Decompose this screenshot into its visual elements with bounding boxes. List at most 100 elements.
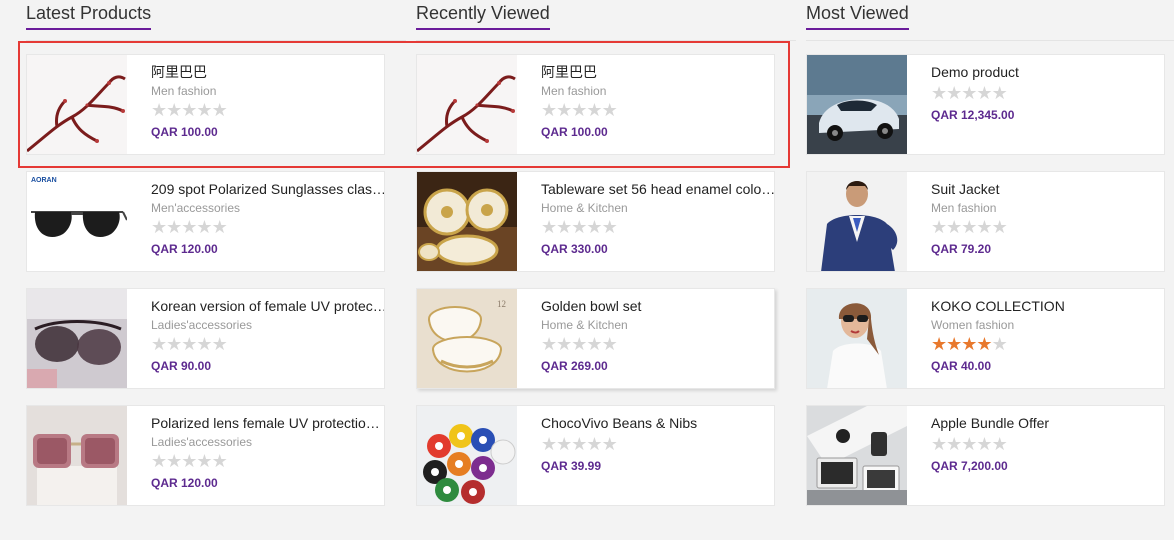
product-image[interactable] (27, 406, 127, 505)
star-icon: ★ (976, 83, 992, 103)
product-image[interactable] (27, 55, 127, 154)
product-card[interactable]: 12 Golden bowl set Home & Kitchen ★★★★★ … (416, 288, 775, 389)
star-icon: ★ (601, 100, 618, 120)
product-image[interactable] (807, 172, 907, 271)
star-icon: ★ (991, 334, 1008, 354)
product-category: Ladies'accessories (151, 318, 253, 332)
product-image[interactable] (807, 406, 907, 505)
star-icon: ★ (556, 100, 572, 120)
product-card[interactable]: ChocoVivo Beans & Nibs ★★★★★ QAR 39.99 (416, 405, 775, 506)
star-icon: ★ (166, 451, 182, 471)
product-card[interactable]: KOKO COLLECTION Women fashion ★★★★★ QAR … (806, 288, 1165, 389)
star-icon: ★ (976, 434, 992, 454)
product-price: QAR 12,345.00 (931, 108, 1015, 122)
star-icon: ★ (211, 217, 228, 237)
brand-logo: AORAN (31, 177, 57, 184)
rating-stars: ★★★★★ (931, 218, 1164, 236)
product-card[interactable]: AORAN 209 spot Polarized Sunglasses clas… (26, 171, 385, 272)
star-icon: ★ (151, 100, 167, 120)
product-name[interactable]: Polarized lens female UV protection sung… (151, 414, 384, 432)
product-name[interactable]: 阿里巴巴 (151, 63, 384, 81)
rating-stars: ★★★★★ (931, 84, 1164, 102)
star-icon: ★ (556, 217, 572, 237)
product-card[interactable]: Korean version of female UV protection s… (26, 288, 385, 389)
star-icon: ★ (586, 217, 602, 237)
product-card[interactable]: 阿里巴巴 Men fashion ★★★★★ QAR 100.00 (416, 54, 775, 155)
star-icon: ★ (181, 100, 197, 120)
star-icon: ★ (196, 217, 212, 237)
product-category: Men fashion (151, 84, 217, 98)
rating-stars: ★★★★★ (541, 335, 774, 353)
star-icon: ★ (571, 334, 587, 354)
product-name[interactable]: Golden bowl set (541, 297, 774, 315)
rating-stars: ★★★★★ (931, 335, 1164, 353)
product-card[interactable]: Apple Bundle Offer ★★★★★ QAR 7,200.00 (806, 405, 1165, 506)
rating-stars: ★★★★★ (541, 218, 774, 236)
product-name[interactable]: Apple Bundle Offer (931, 414, 1164, 432)
product-card[interactable]: Tableware set 56 head enamel color bone … (416, 171, 775, 272)
product-image[interactable] (807, 289, 907, 388)
rating-stars: ★★★★★ (151, 335, 384, 353)
star-icon: ★ (586, 334, 602, 354)
star-icon: ★ (946, 334, 962, 354)
product-category: Men fashion (541, 84, 607, 98)
product-name[interactable]: 阿里巴巴 (541, 63, 774, 81)
product-card[interactable]: Polarized lens female UV protection sung… (26, 405, 385, 506)
star-icon: ★ (541, 100, 557, 120)
product-name[interactable]: KOKO COLLECTION (931, 297, 1164, 315)
product-name[interactable]: 209 spot Polarized Sunglasses classic me… (151, 180, 384, 198)
product-category: Home & Kitchen (541, 201, 628, 215)
star-icon: ★ (961, 83, 977, 103)
star-icon: ★ (931, 217, 947, 237)
star-icon: ★ (601, 434, 618, 454)
product-category: Ladies'accessories (151, 435, 253, 449)
product-image[interactable] (27, 289, 127, 388)
star-icon: ★ (586, 434, 602, 454)
star-icon: ★ (946, 434, 962, 454)
product-card[interactable]: Demo product ★★★★★ QAR 12,345.00 (806, 54, 1165, 155)
star-icon: ★ (991, 83, 1008, 103)
column-header: Recently Viewed (416, 0, 796, 41)
rating-stars: ★★★★★ (931, 435, 1164, 453)
product-name[interactable]: Tableware set 56 head enamel color bone … (541, 180, 774, 198)
product-price: QAR 330.00 (541, 242, 608, 256)
product-card[interactable]: 阿里巴巴 Men fashion ★★★★★ QAR 100.00 (26, 54, 385, 155)
star-icon: ★ (211, 451, 228, 471)
star-icon: ★ (181, 451, 197, 471)
star-icon: ★ (931, 83, 947, 103)
recently-viewed-column: Recently Viewed 阿里巴巴 Men fashion ★★★★★ Q… (416, 0, 796, 506)
product-name[interactable]: Korean version of female UV protection s… (151, 297, 384, 315)
product-price: QAR 100.00 (151, 125, 218, 139)
rating-stars: ★★★★★ (541, 101, 774, 119)
star-icon: ★ (946, 83, 962, 103)
product-image[interactable] (417, 406, 517, 505)
product-price: QAR 40.00 (931, 359, 992, 373)
star-icon: ★ (961, 334, 977, 354)
product-name[interactable]: ChocoVivo Beans & Nibs (541, 414, 774, 432)
product-name[interactable]: Demo product (931, 63, 1164, 81)
product-name[interactable]: Suit Jacket (931, 180, 1164, 198)
product-image[interactable] (807, 55, 907, 154)
product-image[interactable] (417, 172, 517, 271)
product-image[interactable] (417, 55, 517, 154)
star-icon: ★ (961, 217, 977, 237)
product-price: QAR 269.00 (541, 359, 608, 373)
star-icon: ★ (946, 217, 962, 237)
product-image[interactable]: AORAN (27, 172, 127, 271)
product-category: Women fashion (931, 318, 1015, 332)
product-price: QAR 120.00 (151, 242, 218, 256)
star-icon: ★ (211, 100, 228, 120)
star-icon: ★ (571, 434, 587, 454)
star-icon: ★ (541, 217, 557, 237)
star-icon: ★ (541, 434, 557, 454)
most-viewed-column: Most Viewed Demo product ★★★★★ QAR 12,34… (806, 0, 1174, 506)
star-icon: ★ (961, 434, 977, 454)
product-image[interactable]: 12 (417, 289, 517, 388)
star-icon: ★ (976, 334, 992, 354)
product-category: Men fashion (931, 201, 997, 215)
product-category: Men'accessories (151, 201, 240, 215)
product-card[interactable]: Suit Jacket Men fashion ★★★★★ QAR 79.20 (806, 171, 1165, 272)
star-icon: ★ (571, 217, 587, 237)
star-icon: ★ (541, 334, 557, 354)
rating-stars: ★★★★★ (151, 452, 384, 470)
